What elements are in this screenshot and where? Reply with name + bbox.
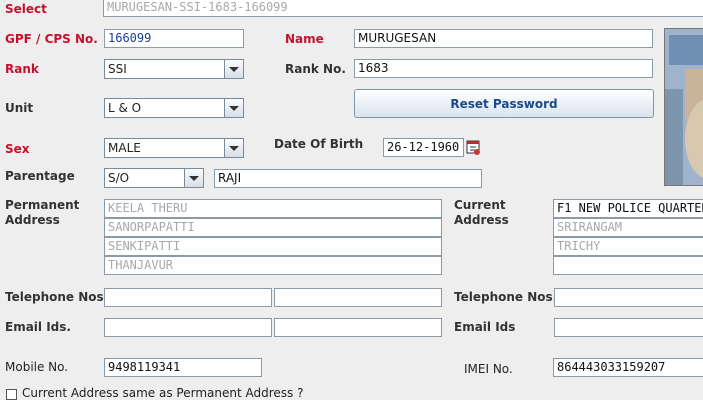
rank-value: SSI — [108, 62, 127, 76]
email-field-2[interactable] — [274, 318, 442, 337]
email-current-field[interactable] — [554, 318, 703, 337]
current-address-label-line2: Address — [454, 213, 509, 227]
select-label: Select — [5, 2, 47, 16]
permanent-address-line2[interactable]: SANORPAPATTI — [104, 218, 442, 237]
rank-dropdown[interactable]: SSI — [104, 59, 244, 79]
select-field[interactable]: MURUGESAN-SSI-1683-166099 — [103, 0, 703, 17]
telephone-field-2[interactable] — [274, 288, 442, 307]
gpf-field[interactable]: 166099 — [104, 29, 244, 48]
sex-label: Sex — [5, 142, 30, 156]
reset-password-button[interactable]: Reset Password — [354, 89, 654, 118]
email-label: Email Ids. — [5, 320, 71, 334]
mobile-field[interactable]: 9498119341 — [104, 358, 262, 377]
rank-no-field[interactable]: 1683 — [354, 59, 653, 78]
sex-value: MALE — [108, 141, 141, 155]
unit-value: L & O — [108, 101, 142, 115]
parent-name-field[interactable]: RAJI — [214, 169, 482, 188]
chevron-down-icon[interactable] — [184, 169, 203, 187]
permanent-address-label-line2: Address — [5, 213, 60, 227]
profile-photo — [664, 28, 703, 186]
photo-image — [665, 29, 703, 185]
current-address-line4[interactable] — [553, 256, 703, 275]
telephone-label: Telephone Nos. — [5, 290, 109, 304]
telephone-field-1[interactable] — [104, 288, 272, 307]
sex-dropdown[interactable]: MALE — [104, 138, 244, 158]
permanent-address-line1[interactable]: KEELA THERU — [104, 199, 442, 218]
unit-dropdown[interactable]: L & O — [104, 98, 244, 118]
same-address-checkbox[interactable] — [6, 389, 17, 400]
rank-label: Rank — [5, 62, 39, 76]
unit-label: Unit — [5, 101, 34, 115]
chevron-down-icon[interactable] — [224, 60, 243, 78]
mobile-label: Mobile No. — [5, 360, 69, 374]
rank-no-label: Rank No. — [285, 62, 346, 76]
current-address-label-line1: Current — [454, 198, 506, 212]
telephone-current-label: Telephone Nos. — [454, 290, 558, 304]
relation-value: S/O — [108, 171, 130, 185]
dob-field[interactable]: 26-12-1960 — [383, 138, 464, 157]
permanent-address-label-line1: Permanent — [5, 198, 80, 212]
current-address-line1[interactable]: F1 NEW POLICE QUARTERS — [553, 199, 703, 218]
chevron-down-icon[interactable] — [224, 99, 243, 117]
imei-field[interactable]: 864443033159207 — [553, 358, 703, 377]
email-current-label: Email Ids — [454, 320, 516, 334]
chevron-down-icon[interactable] — [224, 139, 243, 157]
telephone-current-field[interactable] — [554, 288, 703, 307]
permanent-address-line4[interactable]: THANJAVUR — [104, 256, 442, 275]
current-address-line2[interactable]: SRIRANGAM — [553, 218, 703, 237]
relation-dropdown[interactable]: S/O — [104, 168, 204, 188]
email-field-1[interactable] — [104, 318, 272, 337]
same-address-label: Current Address same as Permanent Addres… — [22, 386, 304, 400]
current-address-line3[interactable]: TRICHY — [553, 237, 703, 256]
imei-label: IMEI No. — [464, 362, 513, 376]
parentage-label: Parentage — [5, 169, 75, 183]
name-field[interactable]: MURUGESAN — [354, 29, 653, 48]
gpf-label: GPF / CPS No. — [5, 32, 98, 46]
name-label: Name — [285, 32, 324, 46]
permanent-address-line3[interactable]: SENKIPATTI — [104, 237, 442, 256]
calendar-icon[interactable] — [466, 139, 481, 155]
dob-label: Date Of Birth — [274, 137, 364, 151]
